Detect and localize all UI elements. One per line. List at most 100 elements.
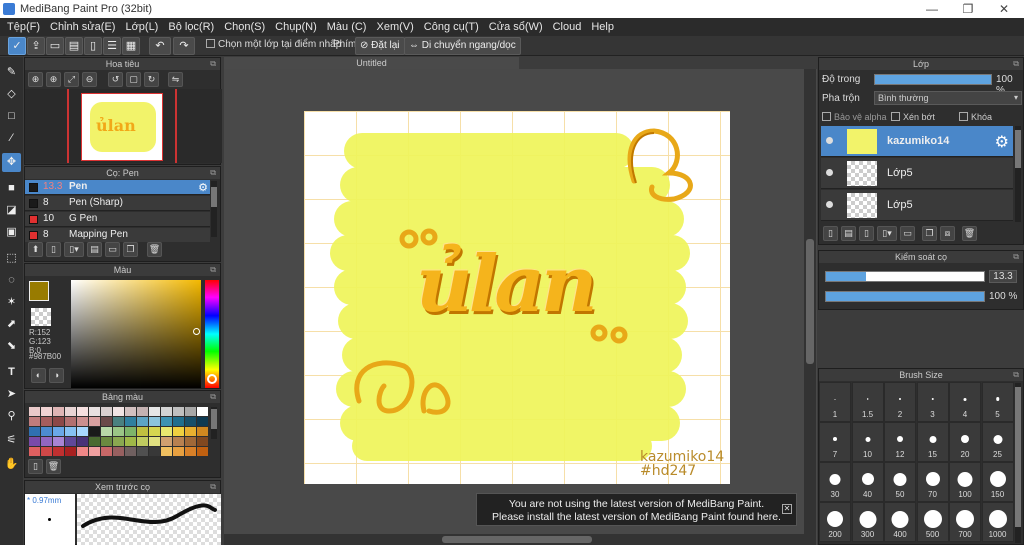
undo-icon[interactable]: ↶ <box>149 37 171 55</box>
palette-swatch[interactable] <box>113 417 124 426</box>
menu-cloud[interactable]: Cloud <box>548 18 587 36</box>
palette-swatch[interactable] <box>137 417 148 426</box>
brush-size-cell[interactable]: 40 <box>851 462 884 502</box>
brush-size-cell[interactable]: 10 <box>851 422 884 462</box>
palette-swatch[interactable] <box>41 427 52 436</box>
palette-swatch[interactable] <box>137 407 148 416</box>
palette-swatch[interactable] <box>113 407 124 416</box>
palette-swatch[interactable] <box>65 427 76 436</box>
palette-swatch[interactable] <box>89 427 100 436</box>
palette-swatch[interactable] <box>173 437 184 446</box>
palette-swatch[interactable] <box>161 427 172 436</box>
foreground-color[interactable] <box>29 281 49 301</box>
brush-size-cell[interactable]: 12 <box>884 422 916 462</box>
hue-handle[interactable] <box>207 374 217 384</box>
scroll-thumb[interactable] <box>1015 387 1021 527</box>
palette-swatch[interactable] <box>137 437 148 446</box>
palette-swatch[interactable] <box>89 417 100 426</box>
menu-select[interactable]: Chọn(S) <box>219 18 270 36</box>
brush-size-scrollbar[interactable] <box>1015 383 1021 543</box>
gear-icon[interactable]: ⚙ <box>995 132 1009 152</box>
blend-select[interactable]: Bình thường ▾ <box>874 91 1022 105</box>
brush-size-cell[interactable]: 150 <box>981 462 1014 502</box>
palette-swatch[interactable] <box>53 437 64 446</box>
brush-size-cell[interactable]: 7 <box>819 422 851 462</box>
bucket-icon[interactable]: ◪ <box>2 201 21 220</box>
palette-swatch[interactable] <box>137 447 148 456</box>
brush-copy-icon[interactable]: ▤ <box>87 242 102 257</box>
gear-icon[interactable]: ⚙ <box>198 181 208 194</box>
brush-size-cell[interactable]: 1.5 <box>851 382 884 422</box>
palette-swatch[interactable] <box>185 447 196 456</box>
list-icon[interactable]: ☰ <box>103 37 121 55</box>
menu-edit[interactable]: Chỉnh sửa(E) <box>45 18 120 36</box>
brush-size-cell[interactable]: 500 <box>916 502 949 542</box>
palette-swatch[interactable] <box>185 427 196 436</box>
palette-swatch[interactable] <box>53 407 64 416</box>
new-layer-8bit-icon[interactable]: ▤ <box>841 226 856 241</box>
close-button[interactable]: ✕ <box>986 0 1022 18</box>
palette-swatch[interactable] <box>173 447 184 456</box>
palette-swatch[interactable] <box>53 427 64 436</box>
palette-swatch[interactable] <box>185 407 196 416</box>
reset-button[interactable]: ⊘ Đặt lại <box>355 37 405 55</box>
palette-swatch[interactable] <box>53 447 64 456</box>
lasso-icon[interactable]: ◌ <box>2 271 21 290</box>
menu-color[interactable]: Màu (C) <box>322 18 372 36</box>
palette-swatch[interactable] <box>101 407 112 416</box>
palette-swatch[interactable] <box>137 427 148 436</box>
color-cursor[interactable] <box>193 328 200 335</box>
scroll-thumb[interactable] <box>211 409 217 429</box>
layer-scrollbar[interactable] <box>1015 126 1021 222</box>
rotate-left-icon[interactable]: ↺ <box>108 72 123 87</box>
palette-swatch[interactable] <box>161 407 172 416</box>
zoom-in-icon[interactable]: ⊕ <box>28 72 43 87</box>
palette-swatch[interactable] <box>89 437 100 446</box>
palette-swatch[interactable] <box>29 407 40 416</box>
scroll-thumb[interactable] <box>1015 130 1021 168</box>
brush-menu-icon[interactable]: ▯▾ <box>64 242 84 257</box>
pin-icon[interactable]: ⧉ <box>210 58 216 70</box>
gradient-icon[interactable]: ▣ <box>2 223 21 242</box>
brush-size-cell[interactable]: 2 <box>884 382 916 422</box>
palette-swatch[interactable] <box>173 427 184 436</box>
brush-size-slider[interactable] <box>825 271 985 282</box>
artwork[interactable]: ủlan kazumiko14 #hd247 <box>304 111 730 484</box>
background-color[interactable] <box>31 308 51 326</box>
canvas-vscroll[interactable] <box>804 69 816 545</box>
palette-swatch[interactable] <box>149 437 160 446</box>
palette-swatch[interactable] <box>77 407 88 416</box>
palette-swatch[interactable] <box>89 447 100 456</box>
palette-swatch[interactable] <box>41 407 52 416</box>
palette-swatch[interactable] <box>149 407 160 416</box>
folder-icon[interactable]: ▭ <box>900 226 915 241</box>
fill-icon[interactable]: ■ <box>2 179 21 198</box>
hand-icon[interactable]: ✋ <box>2 455 21 474</box>
divide-icon[interactable]: ⚟ <box>2 431 21 450</box>
flip-icon[interactable]: ⇋ <box>168 72 183 87</box>
maximize-button[interactable]: ❐ <box>950 0 986 18</box>
palette-swatch[interactable] <box>113 427 124 436</box>
eyedropper-icon[interactable]: ⚲ <box>2 407 21 426</box>
brush-list-scrollbar[interactable] <box>211 181 217 237</box>
menu-layer[interactable]: Lớp(L) <box>120 18 163 36</box>
layer-opacity-slider[interactable] <box>874 74 992 85</box>
brush-size-cell[interactable]: 30 <box>819 462 851 502</box>
scroll-thumb[interactable] <box>211 187 217 207</box>
brush-size-cell[interactable]: 15 <box>916 422 949 462</box>
new-brush-icon[interactable]: ▯ <box>46 242 61 257</box>
pin-icon[interactable]: ⧉ <box>210 391 216 403</box>
layer-item-lop5-2[interactable]: Lớp5 <box>821 190 1013 221</box>
actual-size-icon[interactable]: ▢ <box>126 72 141 87</box>
checkbox-box[interactable] <box>891 112 900 121</box>
folder-icon[interactable]: ▭ <box>105 242 120 257</box>
brush-icon[interactable]: ⁄ <box>2 129 21 148</box>
canvas-area[interactable]: ủlan kazumiko14 #hd247 <box>224 69 817 545</box>
chat-icon[interactable]: ▤ <box>65 37 83 55</box>
zoom-fit-icon[interactable]: ⊕ <box>46 72 61 87</box>
brush-item-pen-sharp[interactable]: 8 Pen (Sharp) <box>25 196 210 211</box>
brush-size-cell[interactable]: 100 <box>949 462 981 502</box>
palette-icon[interactable]: ◐ <box>31 368 46 383</box>
palette-swatch[interactable] <box>65 447 76 456</box>
operation-icon[interactable]: ➤ <box>2 385 21 404</box>
